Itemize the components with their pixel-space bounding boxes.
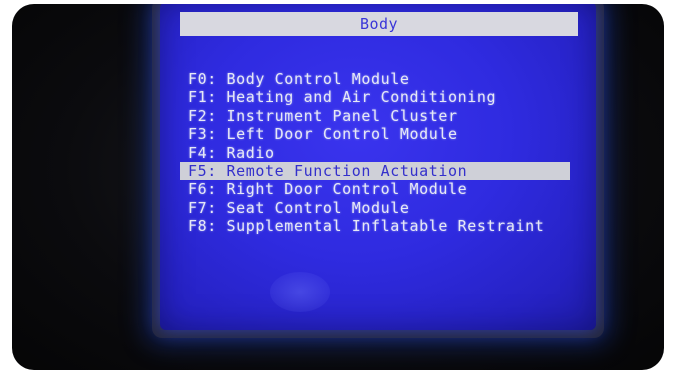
menu-item-f8[interactable]: F8: Supplemental Inflatable Restraint (180, 217, 580, 235)
menu-item-f7[interactable]: F7: Seat Control Module (180, 199, 580, 217)
menu-item-f6[interactable]: F6: Right Door Control Module (180, 180, 580, 198)
menu-item-f1[interactable]: F1: Heating and Air Conditioning (180, 88, 580, 106)
module-menu: F0: Body Control Module F1: Heating and … (180, 70, 580, 236)
menu-item-f0[interactable]: F0: Body Control Module (180, 70, 580, 88)
screen-glare (270, 272, 330, 312)
menu-item-f4[interactable]: F4: Radio (180, 144, 580, 162)
screen-title-bar: Body (180, 12, 578, 36)
photo-frame: Body F0: Body Control Module F1: Heating… (12, 4, 664, 370)
scan-tool-screen: Body F0: Body Control Module F1: Heating… (160, 4, 596, 330)
menu-item-f2[interactable]: F2: Instrument Panel Cluster (180, 107, 580, 125)
menu-item-f5-selected[interactable]: F5: Remote Function Actuation (180, 161, 570, 181)
menu-item-f3[interactable]: F3: Left Door Control Module (180, 125, 580, 143)
